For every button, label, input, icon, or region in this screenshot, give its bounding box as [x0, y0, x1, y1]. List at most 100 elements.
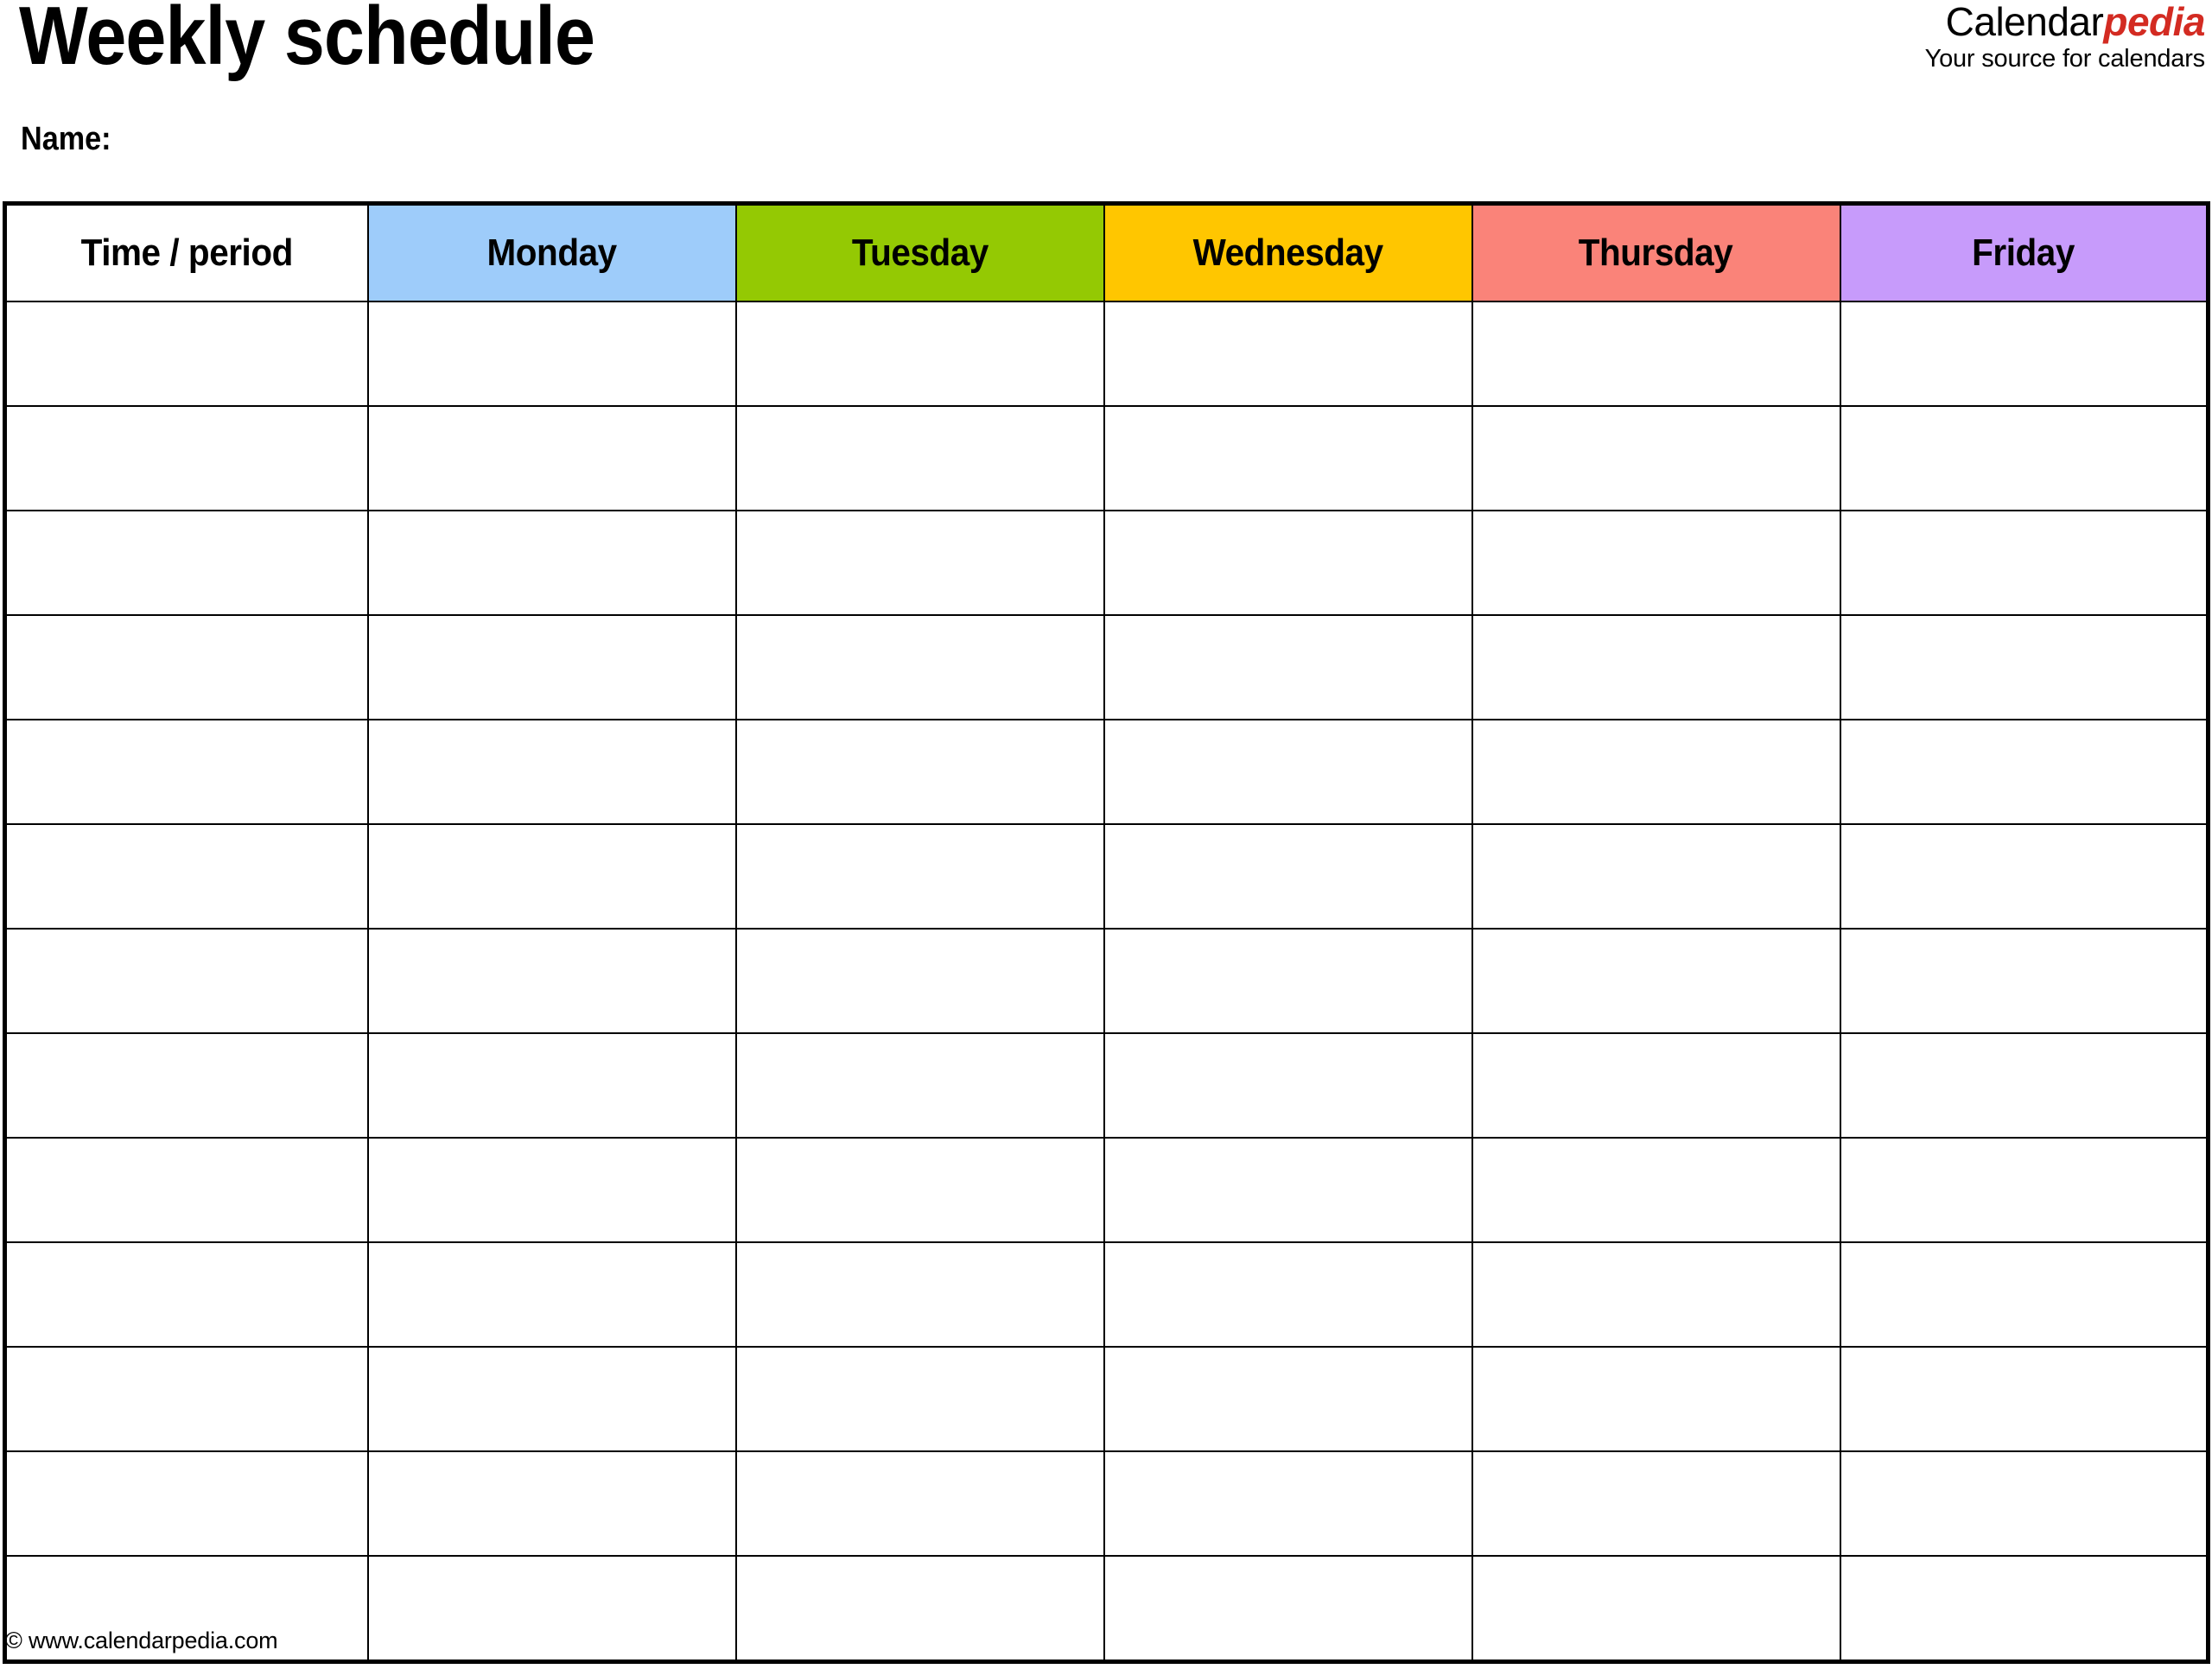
cell-friday[interactable]	[1839, 1346, 2209, 1452]
cell-monday[interactable]	[366, 1032, 737, 1139]
cell-time[interactable]	[3, 301, 369, 407]
cell-wednesday[interactable]	[1103, 1241, 1473, 1348]
cell-time[interactable]	[3, 1241, 369, 1348]
cell-monday[interactable]	[366, 928, 737, 1034]
schedule-header: Time / period Monday Tuesday Wednesday T…	[3, 202, 2209, 302]
cell-friday[interactable]	[1839, 719, 2209, 825]
cell-thursday[interactable]	[1471, 928, 1841, 1034]
cell-wednesday[interactable]	[1103, 1346, 1473, 1452]
column-header-tuesday: Tuesday	[734, 202, 1105, 302]
cell-thursday[interactable]	[1471, 1032, 1841, 1139]
cell-thursday[interactable]	[1471, 405, 1841, 511]
cell-time[interactable]	[3, 1032, 369, 1139]
cell-friday[interactable]	[1839, 1032, 2209, 1139]
cell-friday[interactable]	[1839, 928, 2209, 1034]
column-header-wednesday-label: Wednesday	[1192, 232, 1383, 274]
cell-friday[interactable]	[1839, 405, 2209, 511]
cell-thursday[interactable]	[1471, 301, 1841, 407]
cell-monday[interactable]	[366, 301, 737, 407]
cell-friday[interactable]	[1839, 301, 2209, 407]
cell-time[interactable]	[3, 823, 369, 930]
cell-thursday[interactable]	[1471, 614, 1841, 720]
cell-time[interactable]	[3, 1450, 369, 1557]
table-row	[3, 1450, 2209, 1557]
brand-word-pedia: pedia	[2103, 0, 2205, 44]
cell-thursday[interactable]	[1471, 719, 1841, 825]
column-header-friday-label: Friday	[1972, 232, 2075, 274]
cell-friday[interactable]	[1839, 823, 2209, 930]
cell-friday[interactable]	[1839, 510, 2209, 616]
column-header-wednesday: Wednesday	[1103, 202, 1473, 302]
cell-wednesday[interactable]	[1103, 719, 1473, 825]
cell-tuesday[interactable]	[734, 405, 1105, 511]
cell-wednesday[interactable]	[1103, 510, 1473, 616]
cell-tuesday[interactable]	[734, 1032, 1105, 1139]
table-row	[3, 301, 2209, 407]
cell-wednesday[interactable]	[1103, 301, 1473, 407]
cell-monday[interactable]	[366, 1346, 737, 1452]
cell-tuesday[interactable]	[734, 1137, 1105, 1243]
cell-thursday[interactable]	[1471, 823, 1841, 930]
table-row	[3, 719, 2209, 825]
cell-time[interactable]	[3, 510, 369, 616]
cell-friday[interactable]	[1839, 1450, 2209, 1557]
cell-wednesday[interactable]	[1103, 1137, 1473, 1243]
cell-tuesday[interactable]	[734, 1346, 1105, 1452]
cell-thursday[interactable]	[1471, 1450, 1841, 1557]
cell-tuesday[interactable]	[734, 1450, 1105, 1557]
cell-wednesday[interactable]	[1103, 1450, 1473, 1557]
table-row	[3, 1241, 2209, 1348]
cell-time[interactable]	[3, 1346, 369, 1452]
column-header-thursday-label: Thursday	[1579, 232, 1733, 274]
cell-thursday[interactable]	[1471, 1555, 1841, 1663]
cell-time[interactable]	[3, 1137, 369, 1243]
page-header: Weekly schedule Name: Calendarpedia Your…	[0, 0, 2212, 201]
cell-monday[interactable]	[366, 1241, 737, 1348]
table-row	[3, 1555, 2209, 1663]
cell-tuesday[interactable]	[734, 719, 1105, 825]
cell-monday[interactable]	[366, 1137, 737, 1243]
page-title: Weekly schedule	[19, 0, 595, 82]
cell-thursday[interactable]	[1471, 510, 1841, 616]
cell-friday[interactable]	[1839, 1137, 2209, 1243]
cell-monday[interactable]	[366, 823, 737, 930]
table-row	[3, 405, 2209, 511]
cell-wednesday[interactable]	[1103, 1555, 1473, 1663]
cell-monday[interactable]	[366, 1555, 737, 1663]
cell-wednesday[interactable]	[1103, 1032, 1473, 1139]
footer-copyright: © www.calendarpedia.com	[5, 1628, 278, 1653]
cell-monday[interactable]	[366, 1450, 737, 1557]
cell-thursday[interactable]	[1471, 1137, 1841, 1243]
weekly-schedule-table-wrapper: Time / period Monday Tuesday Wednesday T…	[3, 201, 2210, 1664]
cell-time[interactable]	[3, 405, 369, 511]
cell-time[interactable]	[3, 928, 369, 1034]
cell-monday[interactable]	[366, 614, 737, 720]
cell-monday[interactable]	[366, 719, 737, 825]
cell-thursday[interactable]	[1471, 1346, 1841, 1452]
cell-tuesday[interactable]	[734, 823, 1105, 930]
cell-thursday[interactable]	[1471, 1241, 1841, 1348]
cell-wednesday[interactable]	[1103, 823, 1473, 930]
column-header-monday: Monday	[366, 202, 737, 302]
cell-friday[interactable]	[1839, 614, 2209, 720]
cell-time[interactable]	[3, 719, 369, 825]
cell-tuesday[interactable]	[734, 1241, 1105, 1348]
cell-wednesday[interactable]	[1103, 928, 1473, 1034]
table-row	[3, 1346, 2209, 1452]
cell-monday[interactable]	[366, 405, 737, 511]
cell-time[interactable]	[3, 614, 369, 720]
calendarpedia-logo: Calendarpedia Your source for calendars	[1924, 0, 2206, 73]
cell-tuesday[interactable]	[734, 1555, 1105, 1663]
column-header-monday-label: Monday	[486, 232, 617, 274]
cell-wednesday[interactable]	[1103, 405, 1473, 511]
name-field-label: Name:	[21, 121, 111, 157]
cell-friday[interactable]	[1839, 1555, 2209, 1663]
cell-wednesday[interactable]	[1103, 614, 1473, 720]
cell-tuesday[interactable]	[734, 510, 1105, 616]
cell-friday[interactable]	[1839, 1241, 2209, 1348]
cell-tuesday[interactable]	[734, 301, 1105, 407]
brand-tagline: Your source for calendars	[1924, 45, 2206, 73]
cell-tuesday[interactable]	[734, 614, 1105, 720]
cell-tuesday[interactable]	[734, 928, 1105, 1034]
cell-monday[interactable]	[366, 510, 737, 616]
